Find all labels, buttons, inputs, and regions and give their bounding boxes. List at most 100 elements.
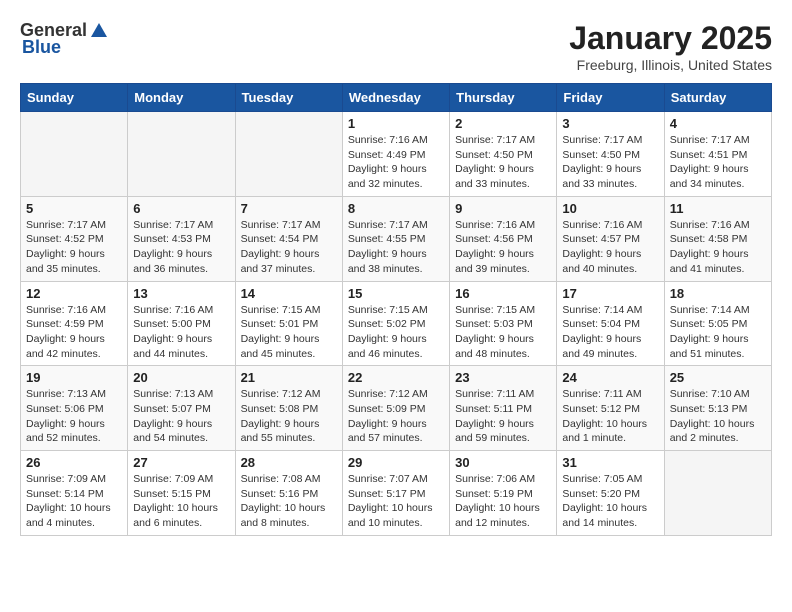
page-subtitle: Freeburg, Illinois, United States	[569, 57, 772, 73]
day-cell: 17 Sunrise: 7:14 AM Sunset: 5:04 PM Dayli…	[557, 281, 664, 366]
day-info: Sunrise: 7:07 AM Sunset: 5:17 PM Dayligh…	[348, 472, 444, 531]
day-cell: 13 Sunrise: 7:16 AM Sunset: 5:00 PM Dayli…	[128, 281, 235, 366]
day-cell: 24 Sunrise: 7:11 AM Sunset: 5:12 PM Dayli…	[557, 366, 664, 451]
day-info: Sunrise: 7:16 AM Sunset: 5:00 PM Dayligh…	[133, 303, 229, 362]
day-cell: 21 Sunrise: 7:12 AM Sunset: 5:08 PM Dayli…	[235, 366, 342, 451]
day-cell: 1 Sunrise: 7:16 AM Sunset: 4:49 PM Daylig…	[342, 112, 449, 197]
week-row-1: 1 Sunrise: 7:16 AM Sunset: 4:49 PM Daylig…	[21, 112, 772, 197]
day-info: Sunrise: 7:12 AM Sunset: 5:09 PM Dayligh…	[348, 387, 444, 446]
day-info: Sunrise: 7:15 AM Sunset: 5:02 PM Dayligh…	[348, 303, 444, 362]
day-info: Sunrise: 7:05 AM Sunset: 5:20 PM Dayligh…	[562, 472, 658, 531]
day-info: Sunrise: 7:17 AM Sunset: 4:50 PM Dayligh…	[455, 133, 551, 192]
day-number: 31	[562, 455, 658, 470]
day-info: Sunrise: 7:12 AM Sunset: 5:08 PM Dayligh…	[241, 387, 337, 446]
day-cell: 14Sunrise: 7:15 AM Sunset: 5:01 PM Dayli…	[235, 281, 342, 366]
day-info: Sunrise: 7:16 AM Sunset: 4:49 PM Dayligh…	[348, 133, 444, 192]
day-cell: 29Sunrise: 7:07 AM Sunset: 5:17 PM Dayli…	[342, 451, 449, 536]
day-info: Sunrise: 7:16 AM Sunset: 4:57 PM Dayligh…	[562, 218, 658, 277]
day-info: Sunrise: 7:11 AM Sunset: 5:11 PM Dayligh…	[455, 387, 551, 446]
day-info: Sunrise: 7:09 AM Sunset: 5:15 PM Dayligh…	[133, 472, 229, 531]
week-row-2: 5 Sunrise: 7:17 AM Sunset: 4:52 PM Daylig…	[21, 196, 772, 281]
day-info: Sunrise: 7:15 AM Sunset: 5:03 PM Dayligh…	[455, 303, 551, 362]
day-cell: 7 Sunrise: 7:17 AM Sunset: 4:54 PM Daylig…	[235, 196, 342, 281]
day-info: Sunrise: 7:13 AM Sunset: 5:07 PM Dayligh…	[133, 387, 229, 446]
day-number: 24	[562, 370, 658, 385]
day-number: 4	[670, 116, 766, 131]
day-cell: 6Sunrise: 7:17 AM Sunset: 4:53 PM Daylig…	[128, 196, 235, 281]
day-cell: 2 Sunrise: 7:17 AM Sunset: 4:50 PM Daylig…	[450, 112, 557, 197]
day-cell: 11 Sunrise: 7:16 AM Sunset: 4:58 PM Dayli…	[664, 196, 771, 281]
day-cell: 19Sunrise: 7:13 AM Sunset: 5:06 PM Dayli…	[21, 366, 128, 451]
day-number: 13	[133, 286, 229, 301]
weekday-header-tuesday: Tuesday	[235, 84, 342, 112]
day-info: Sunrise: 7:08 AM Sunset: 5:16 PM Dayligh…	[241, 472, 337, 531]
day-number: 9	[455, 201, 551, 216]
weekday-header-row: SundayMondayTuesdayWednesdayThursdayFrid…	[21, 84, 772, 112]
day-number: 25	[670, 370, 766, 385]
day-info: Sunrise: 7:17 AM Sunset: 4:55 PM Dayligh…	[348, 218, 444, 277]
day-number: 16	[455, 286, 551, 301]
day-number: 22	[348, 370, 444, 385]
day-info: Sunrise: 7:14 AM Sunset: 5:05 PM Dayligh…	[670, 303, 766, 362]
weekday-header-wednesday: Wednesday	[342, 84, 449, 112]
day-info: Sunrise: 7:09 AM Sunset: 5:14 PM Dayligh…	[26, 472, 122, 531]
page-title: January 2025	[569, 20, 772, 57]
day-info: Sunrise: 7:17 AM Sunset: 4:51 PM Dayligh…	[670, 133, 766, 192]
logo-blue: Blue	[22, 37, 61, 58]
weekday-header-saturday: Saturday	[664, 84, 771, 112]
day-number: 23	[455, 370, 551, 385]
day-info: Sunrise: 7:17 AM Sunset: 4:50 PM Dayligh…	[562, 133, 658, 192]
week-row-4: 19Sunrise: 7:13 AM Sunset: 5:06 PM Dayli…	[21, 366, 772, 451]
day-number: 20	[133, 370, 229, 385]
weekday-header-monday: Monday	[128, 84, 235, 112]
day-cell	[21, 112, 128, 197]
day-cell: 20 Sunrise: 7:13 AM Sunset: 5:07 PM Dayli…	[128, 366, 235, 451]
day-cell: 26 Sunrise: 7:09 AM Sunset: 5:14 PM Dayli…	[21, 451, 128, 536]
day-number: 30	[455, 455, 551, 470]
day-cell: 30 Sunrise: 7:06 AM Sunset: 5:19 PM Dayli…	[450, 451, 557, 536]
day-info: Sunrise: 7:14 AM Sunset: 5:04 PM Dayligh…	[562, 303, 658, 362]
day-number: 15	[348, 286, 444, 301]
day-cell: 9Sunrise: 7:16 AM Sunset: 4:56 PM Daylig…	[450, 196, 557, 281]
day-number: 10	[562, 201, 658, 216]
day-cell: 22 Sunrise: 7:12 AM Sunset: 5:09 PM Dayli…	[342, 366, 449, 451]
day-cell: 12 Sunrise: 7:16 AM Sunset: 4:59 PM Dayli…	[21, 281, 128, 366]
day-cell	[235, 112, 342, 197]
day-cell: 10 Sunrise: 7:16 AM Sunset: 4:57 PM Dayli…	[557, 196, 664, 281]
day-cell: 18 Sunrise: 7:14 AM Sunset: 5:05 PM Dayli…	[664, 281, 771, 366]
day-number: 21	[241, 370, 337, 385]
day-cell: 27 Sunrise: 7:09 AM Sunset: 5:15 PM Dayli…	[128, 451, 235, 536]
title-block: January 2025 Freeburg, Illinois, United …	[569, 20, 772, 73]
day-number: 26	[26, 455, 122, 470]
day-number: 7	[241, 201, 337, 216]
weekday-header-thursday: Thursday	[450, 84, 557, 112]
day-number: 27	[133, 455, 229, 470]
week-row-5: 26 Sunrise: 7:09 AM Sunset: 5:14 PM Dayli…	[21, 451, 772, 536]
day-info: Sunrise: 7:16 AM Sunset: 4:59 PM Dayligh…	[26, 303, 122, 362]
page-header: General Blue January 2025 Freeburg, Illi…	[20, 20, 772, 73]
day-cell: 5 Sunrise: 7:17 AM Sunset: 4:52 PM Daylig…	[21, 196, 128, 281]
day-number: 2	[455, 116, 551, 131]
day-cell	[664, 451, 771, 536]
day-cell: 25Sunrise: 7:10 AM Sunset: 5:13 PM Dayli…	[664, 366, 771, 451]
day-number: 17	[562, 286, 658, 301]
day-info: Sunrise: 7:06 AM Sunset: 5:19 PM Dayligh…	[455, 472, 551, 531]
weekday-header-friday: Friday	[557, 84, 664, 112]
day-cell: 8Sunrise: 7:17 AM Sunset: 4:55 PM Daylig…	[342, 196, 449, 281]
day-cell: 4 Sunrise: 7:17 AM Sunset: 4:51 PM Daylig…	[664, 112, 771, 197]
day-info: Sunrise: 7:17 AM Sunset: 4:54 PM Dayligh…	[241, 218, 337, 277]
day-info: Sunrise: 7:17 AM Sunset: 4:53 PM Dayligh…	[133, 218, 229, 277]
day-number: 12	[26, 286, 122, 301]
day-info: Sunrise: 7:16 AM Sunset: 4:58 PM Dayligh…	[670, 218, 766, 277]
day-number: 5	[26, 201, 122, 216]
day-info: Sunrise: 7:17 AM Sunset: 4:52 PM Dayligh…	[26, 218, 122, 277]
day-number: 18	[670, 286, 766, 301]
day-cell: 28Sunrise: 7:08 AM Sunset: 5:16 PM Dayli…	[235, 451, 342, 536]
day-cell: 16 Sunrise: 7:15 AM Sunset: 5:03 PM Dayli…	[450, 281, 557, 366]
day-info: Sunrise: 7:11 AM Sunset: 5:12 PM Dayligh…	[562, 387, 658, 446]
day-number: 1	[348, 116, 444, 131]
weekday-header-sunday: Sunday	[21, 84, 128, 112]
day-cell	[128, 112, 235, 197]
day-number: 11	[670, 201, 766, 216]
day-info: Sunrise: 7:15 AM Sunset: 5:01 PM Dayligh…	[241, 303, 337, 362]
